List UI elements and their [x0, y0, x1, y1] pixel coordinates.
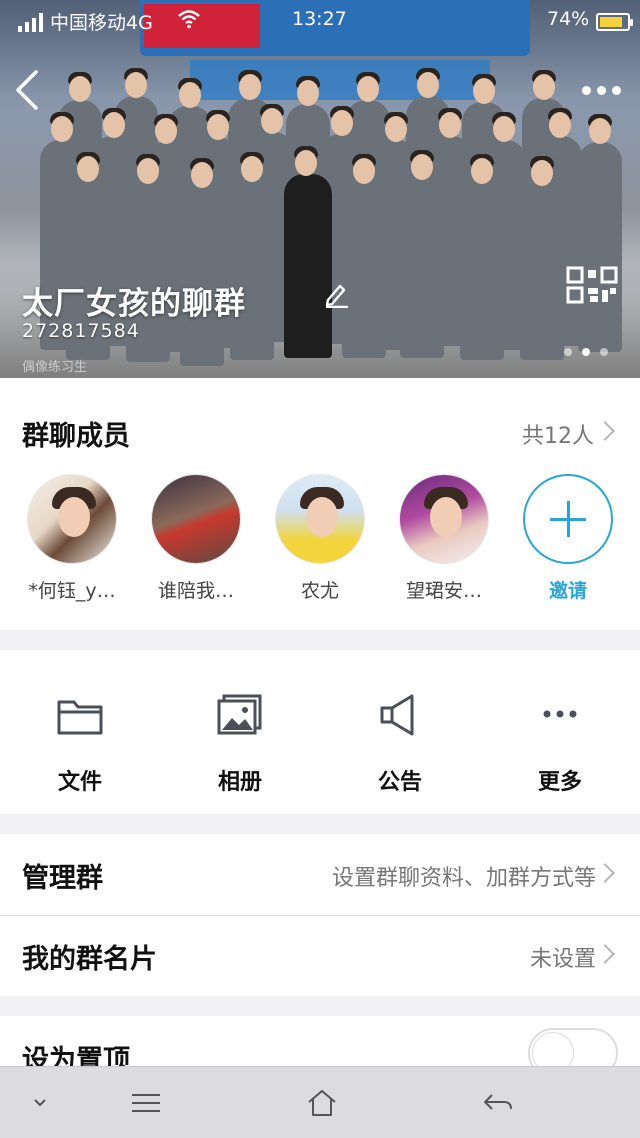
group-info-screen: 偶像练习生 中国移动4G 13:27 74% 太厂女孩的聊群 272817584…	[0, 0, 640, 1138]
chevron-right-icon	[595, 944, 615, 964]
my-group-card-row[interactable]: 我的群名片 未设置	[0, 915, 640, 996]
wifi-icon	[177, 8, 201, 35]
carrier-label: 中国移动4G	[50, 12, 153, 34]
my-group-card-value: 未设置	[529, 947, 596, 972]
more-button[interactable]: 更多	[480, 690, 640, 796]
system-back-button[interactable]	[458, 1067, 538, 1138]
hide-nav-button[interactable]	[0, 1067, 80, 1138]
member-name: 农尤	[300, 580, 339, 602]
home-button[interactable]	[282, 1067, 362, 1138]
back-arrow-icon	[16, 70, 38, 110]
clock: 13:27	[292, 8, 347, 30]
members-count-link[interactable]: 共12人	[522, 418, 594, 450]
more-options-button[interactable]	[582, 80, 626, 100]
edit-name-icon[interactable]	[322, 280, 350, 309]
album-label: 相册	[217, 770, 262, 795]
back-button[interactable]	[12, 68, 48, 112]
member-name: *何钰_y…	[28, 580, 116, 602]
album-icon	[210, 690, 270, 742]
manage-group-title: 管理群	[22, 863, 103, 894]
member-avatar-list: *何钰_y… 谁陪我… 农尤 望珺安… 邀请	[0, 474, 640, 614]
member-name: 谁陪我…	[157, 580, 234, 602]
member-item[interactable]: *何钰_y…	[10, 474, 134, 603]
member-item[interactable]: 农尤	[258, 474, 382, 603]
avatar	[399, 474, 489, 564]
member-item[interactable]: 望珺安…	[382, 474, 506, 603]
avatar	[275, 474, 365, 564]
battery-icon	[596, 13, 633, 31]
plus-icon	[523, 474, 613, 564]
folder-icon	[50, 690, 110, 742]
menu-icon	[132, 1094, 160, 1112]
files-label: 文件	[57, 770, 102, 795]
more-label: 更多	[537, 770, 582, 795]
cover-carousel-indicator	[564, 348, 608, 356]
battery-percent: 74%	[547, 8, 590, 30]
group-id: 272817584	[22, 320, 140, 342]
announcement-icon	[370, 690, 430, 742]
more-dots-icon	[530, 690, 590, 742]
avatar	[151, 474, 241, 564]
chevron-right-icon	[595, 863, 615, 883]
avatar	[27, 474, 117, 564]
menu-button[interactable]	[106, 1067, 186, 1138]
manage-group-row[interactable]: 管理群 设置群聊资料、加群方式等	[0, 834, 640, 916]
group-settings-section: 管理群 设置群聊资料、加群方式等 我的群名片 未设置	[0, 834, 640, 996]
files-button[interactable]: 文件	[0, 690, 160, 796]
member-item[interactable]: 谁陪我…	[134, 474, 258, 603]
manage-group-hint: 设置群聊资料、加群方式等	[331, 866, 596, 891]
album-button[interactable]: 相册	[160, 690, 320, 796]
chevron-down-icon	[34, 1099, 46, 1107]
qr-code-icon[interactable]	[566, 266, 618, 304]
group-members-section: 群聊成员 共12人 *何钰_y… 谁陪我… 农尤 望珺安… 邀请	[0, 378, 640, 630]
invite-label: 邀请	[548, 580, 587, 602]
home-icon	[308, 1090, 336, 1116]
return-arrow-icon	[484, 1094, 512, 1110]
group-name: 太厂女孩的聊群	[22, 286, 246, 322]
status-bar: 中国移动4G 13:27 74%	[0, 0, 640, 44]
chevron-right-icon	[595, 421, 615, 441]
cover-watermark: 偶像练习生	[22, 360, 88, 375]
group-actions-section: 文件 相册 公告 更多	[0, 650, 640, 814]
my-group-card-title: 我的群名片	[22, 944, 157, 975]
member-name: 望珺安…	[405, 580, 482, 602]
signal-icon	[18, 12, 43, 32]
invite-member-button[interactable]: 邀请	[506, 474, 630, 603]
announcement-button[interactable]: 公告	[320, 690, 480, 796]
announcement-label: 公告	[377, 770, 422, 795]
system-navigation-bar	[0, 1066, 640, 1138]
members-title: 群聊成员	[22, 421, 130, 452]
